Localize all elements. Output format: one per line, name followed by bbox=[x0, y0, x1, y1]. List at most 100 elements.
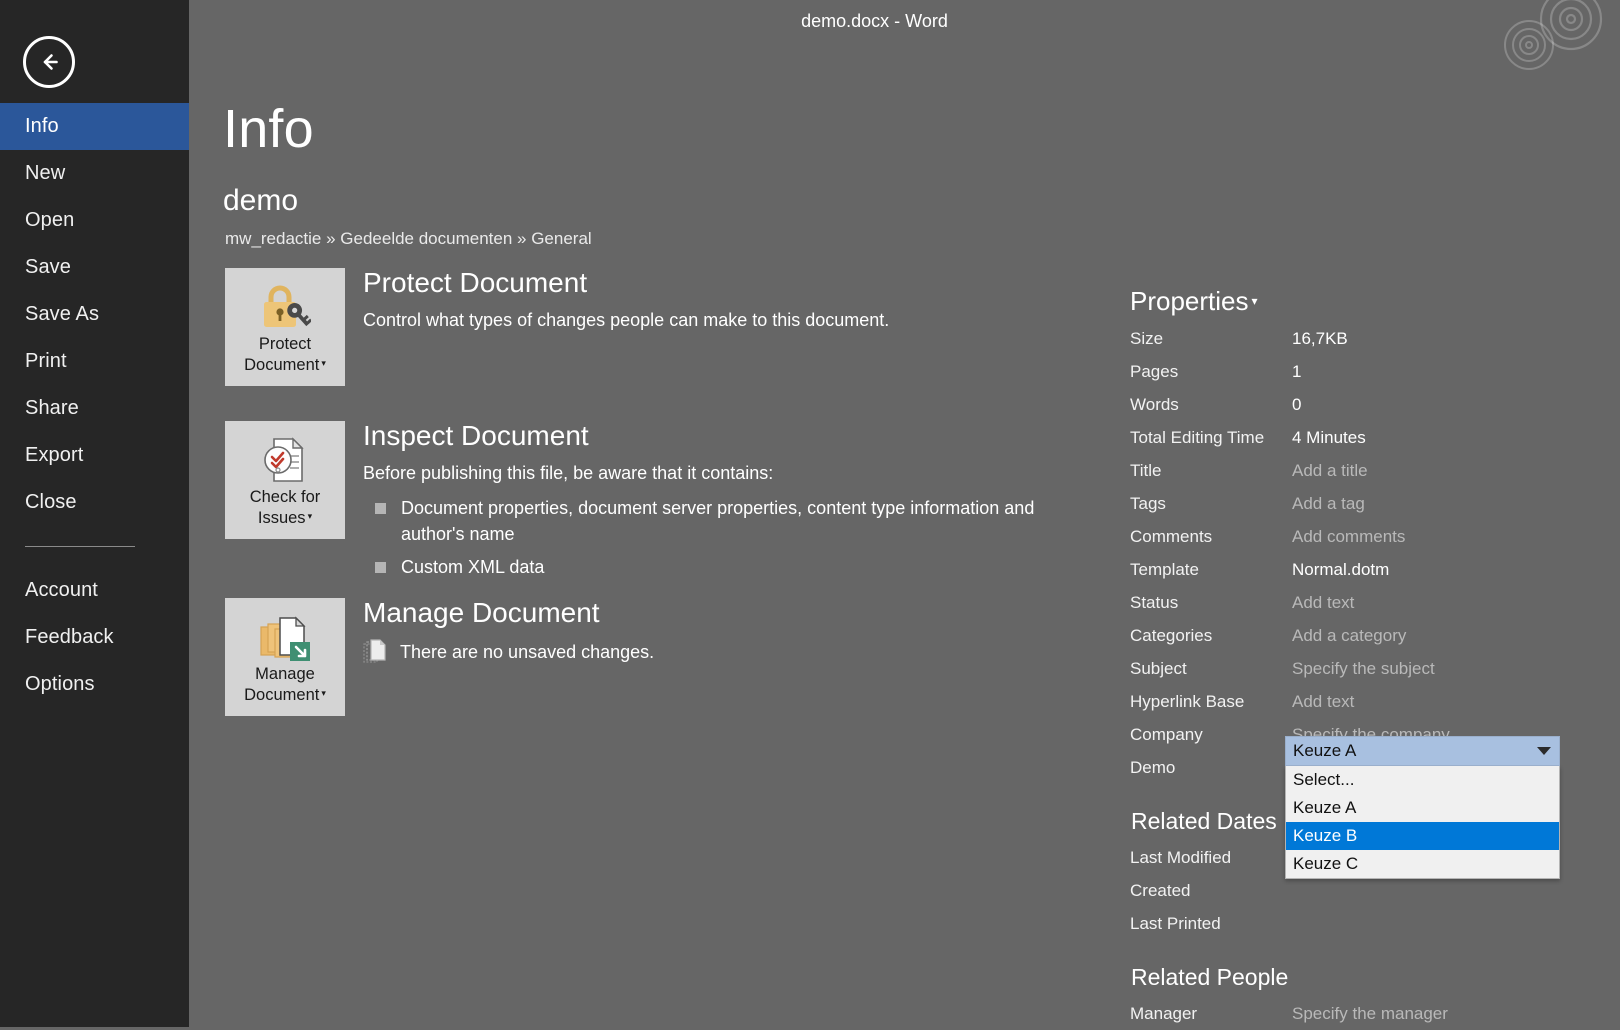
inspect-document-description: Before publishing this file, be aware th… bbox=[363, 463, 774, 484]
property-label: Last Modified bbox=[1130, 847, 1232, 867]
check-for-issues-button-label: Check for Issues ▾ bbox=[246, 487, 325, 529]
demo-combobox-option-select[interactable]: Select... bbox=[1286, 766, 1559, 794]
property-value: 16,7KB bbox=[1292, 328, 1348, 348]
protect-document-description: Control what types of changes people can… bbox=[363, 310, 890, 331]
sidebar-item-close[interactable]: Close bbox=[0, 479, 189, 526]
property-value-input[interactable]: Add a category bbox=[1292, 626, 1580, 646]
property-label: Template bbox=[1130, 559, 1199, 579]
protect-document-button-label: Protect Document ▾ bbox=[240, 334, 330, 376]
protect-document-block: Protect Document ▾ Protect Document Contr… bbox=[225, 268, 1145, 386]
demo-combobox-option-list[interactable]: Select... Keuze A Keuze B Keuze C bbox=[1285, 766, 1560, 879]
chevron-down-icon[interactable]: ▾ bbox=[321, 358, 326, 368]
lock-and-key-icon bbox=[259, 280, 311, 334]
property-label: Status bbox=[1130, 592, 1179, 612]
sidebar-divider bbox=[25, 546, 135, 547]
sidebar-item-label: Save bbox=[25, 256, 71, 278]
list-item-label: Document properties, document server pro… bbox=[401, 497, 1035, 544]
sidebar-item-label: Export bbox=[25, 444, 84, 466]
manage-document-button-label: Manage Document ▾ bbox=[240, 664, 330, 706]
sidebar-item-export[interactable]: Export bbox=[0, 432, 189, 479]
sidebar-item-label: Save As bbox=[25, 303, 100, 325]
sidebar-item-save-as[interactable]: Save As bbox=[0, 291, 189, 338]
property-row-hyperlink-base: Hyperlink Base Add text bbox=[1130, 685, 1580, 718]
sidebar-item-options[interactable]: Options bbox=[0, 661, 189, 708]
sidebar-item-label: Account bbox=[25, 579, 98, 601]
sidebar-item-label: New bbox=[25, 162, 66, 184]
button-label-line2: Document bbox=[244, 686, 320, 704]
decorative-rings-icon bbox=[1504, 20, 1554, 70]
property-row-template: Template Normal.dotm bbox=[1130, 553, 1580, 586]
sidebar-item-label: Print bbox=[25, 350, 67, 372]
window-title: demo.docx - Word bbox=[801, 11, 948, 31]
sidebar-item-open[interactable]: Open bbox=[0, 197, 189, 244]
property-row-manager: Manager Specify the manager bbox=[1130, 997, 1580, 1030]
property-row-status: Status Add text bbox=[1130, 586, 1580, 619]
demo-combobox-display[interactable]: Keuze A bbox=[1285, 736, 1560, 766]
bullet-square-icon bbox=[375, 502, 386, 514]
title-bar: demo.docx - Word bbox=[189, 0, 1620, 70]
versions-icon bbox=[363, 639, 387, 665]
sidebar-item-feedback[interactable]: Feedback bbox=[0, 614, 189, 661]
list-item-label: Custom XML data bbox=[401, 556, 545, 577]
property-value-input[interactable]: Add a tag bbox=[1292, 494, 1580, 514]
sidebar-item-save[interactable]: Save bbox=[0, 244, 189, 291]
sidebar-item-share[interactable]: Share bbox=[0, 385, 189, 432]
property-value-input[interactable]: Add text bbox=[1292, 692, 1580, 712]
manage-document-body: Manage Document There are no unsaved cha… bbox=[363, 598, 1145, 665]
property-label: Created bbox=[1130, 880, 1191, 900]
sidebar-item-new[interactable]: New bbox=[0, 150, 189, 197]
property-label: Title bbox=[1130, 460, 1162, 480]
check-for-issues-button[interactable]: Check for Issues ▾ bbox=[225, 421, 345, 539]
properties-header[interactable]: Properties ▾ bbox=[1130, 286, 1258, 317]
sidebar-item-label: Info bbox=[25, 115, 59, 137]
property-value: 1 bbox=[1292, 361, 1302, 381]
property-row-tags: Tags Add a tag bbox=[1130, 487, 1580, 520]
property-value-input[interactable]: Specify the manager bbox=[1292, 1004, 1580, 1024]
sidebar-item-label: Open bbox=[25, 209, 75, 231]
button-label-line2: Document bbox=[244, 356, 320, 374]
demo-combobox-option-keuze-a[interactable]: Keuze A bbox=[1286, 794, 1559, 822]
bullet-square-icon bbox=[375, 561, 386, 573]
demo-combobox-option-keuze-c[interactable]: Keuze C bbox=[1286, 850, 1559, 878]
demo-combobox-option-keuze-b[interactable]: Keuze B bbox=[1286, 822, 1559, 850]
page-title: Info bbox=[223, 99, 314, 159]
chevron-down-icon[interactable]: ▾ bbox=[308, 511, 313, 521]
property-value-input[interactable]: Specify the subject bbox=[1292, 659, 1580, 679]
manage-document-button[interactable]: Manage Document ▾ bbox=[225, 598, 345, 716]
chevron-down-icon[interactable] bbox=[1537, 747, 1551, 755]
button-label-line2: Issues bbox=[257, 509, 306, 527]
chevron-down-icon[interactable]: ▾ bbox=[321, 688, 326, 698]
property-label: Demo bbox=[1130, 757, 1176, 777]
backstage-sidebar: Info New Open Save Save As Print Share E… bbox=[0, 0, 189, 1027]
document-inspect-icon bbox=[260, 433, 310, 487]
properties-table: Size 16,7KB Pages 1 Words 0 Total Editin… bbox=[1130, 322, 1580, 1030]
sidebar-item-info[interactable]: Info bbox=[0, 103, 189, 150]
sidebar-item-account[interactable]: Account bbox=[0, 567, 189, 614]
property-row-categories: Categories Add a category bbox=[1130, 619, 1580, 652]
property-row-subject: Subject Specify the subject bbox=[1130, 652, 1580, 685]
inspect-document-title: Inspect Document bbox=[363, 420, 589, 451]
sidebar-item-label: Options bbox=[25, 673, 95, 695]
back-arrow-icon[interactable] bbox=[23, 36, 75, 88]
sidebar-item-print[interactable]: Print bbox=[0, 338, 189, 385]
property-label: Company bbox=[1130, 724, 1203, 744]
property-row-words: Words 0 bbox=[1130, 388, 1580, 421]
protect-document-title: Protect Document bbox=[363, 267, 588, 298]
property-value-input[interactable]: Add text bbox=[1292, 593, 1580, 613]
list-item: Custom XML data bbox=[363, 554, 1081, 580]
property-label: Pages bbox=[1130, 361, 1179, 381]
demo-combobox[interactable]: Keuze A Select... Keuze A Keuze B Keuze … bbox=[1285, 736, 1560, 879]
document-name: demo bbox=[223, 184, 299, 217]
inspect-document-body: Inspect Document Before publishing this … bbox=[363, 421, 1145, 580]
property-label: Subject bbox=[1130, 658, 1187, 678]
property-row-total-editing-time: Total Editing Time 4 Minutes bbox=[1130, 421, 1580, 454]
property-label: Manager bbox=[1130, 1003, 1198, 1023]
demo-combobox-selected-value: Keuze A bbox=[1293, 741, 1357, 760]
protect-document-button[interactable]: Protect Document ▾ bbox=[225, 268, 345, 386]
chevron-down-icon[interactable]: ▾ bbox=[1252, 294, 1258, 308]
property-value-input[interactable]: Add comments bbox=[1292, 527, 1580, 547]
property-label: Categories bbox=[1130, 625, 1213, 645]
sidebar-item-label: Feedback bbox=[25, 626, 114, 648]
property-value-input[interactable]: Add a title bbox=[1292, 461, 1580, 481]
property-label: Size bbox=[1130, 328, 1164, 348]
